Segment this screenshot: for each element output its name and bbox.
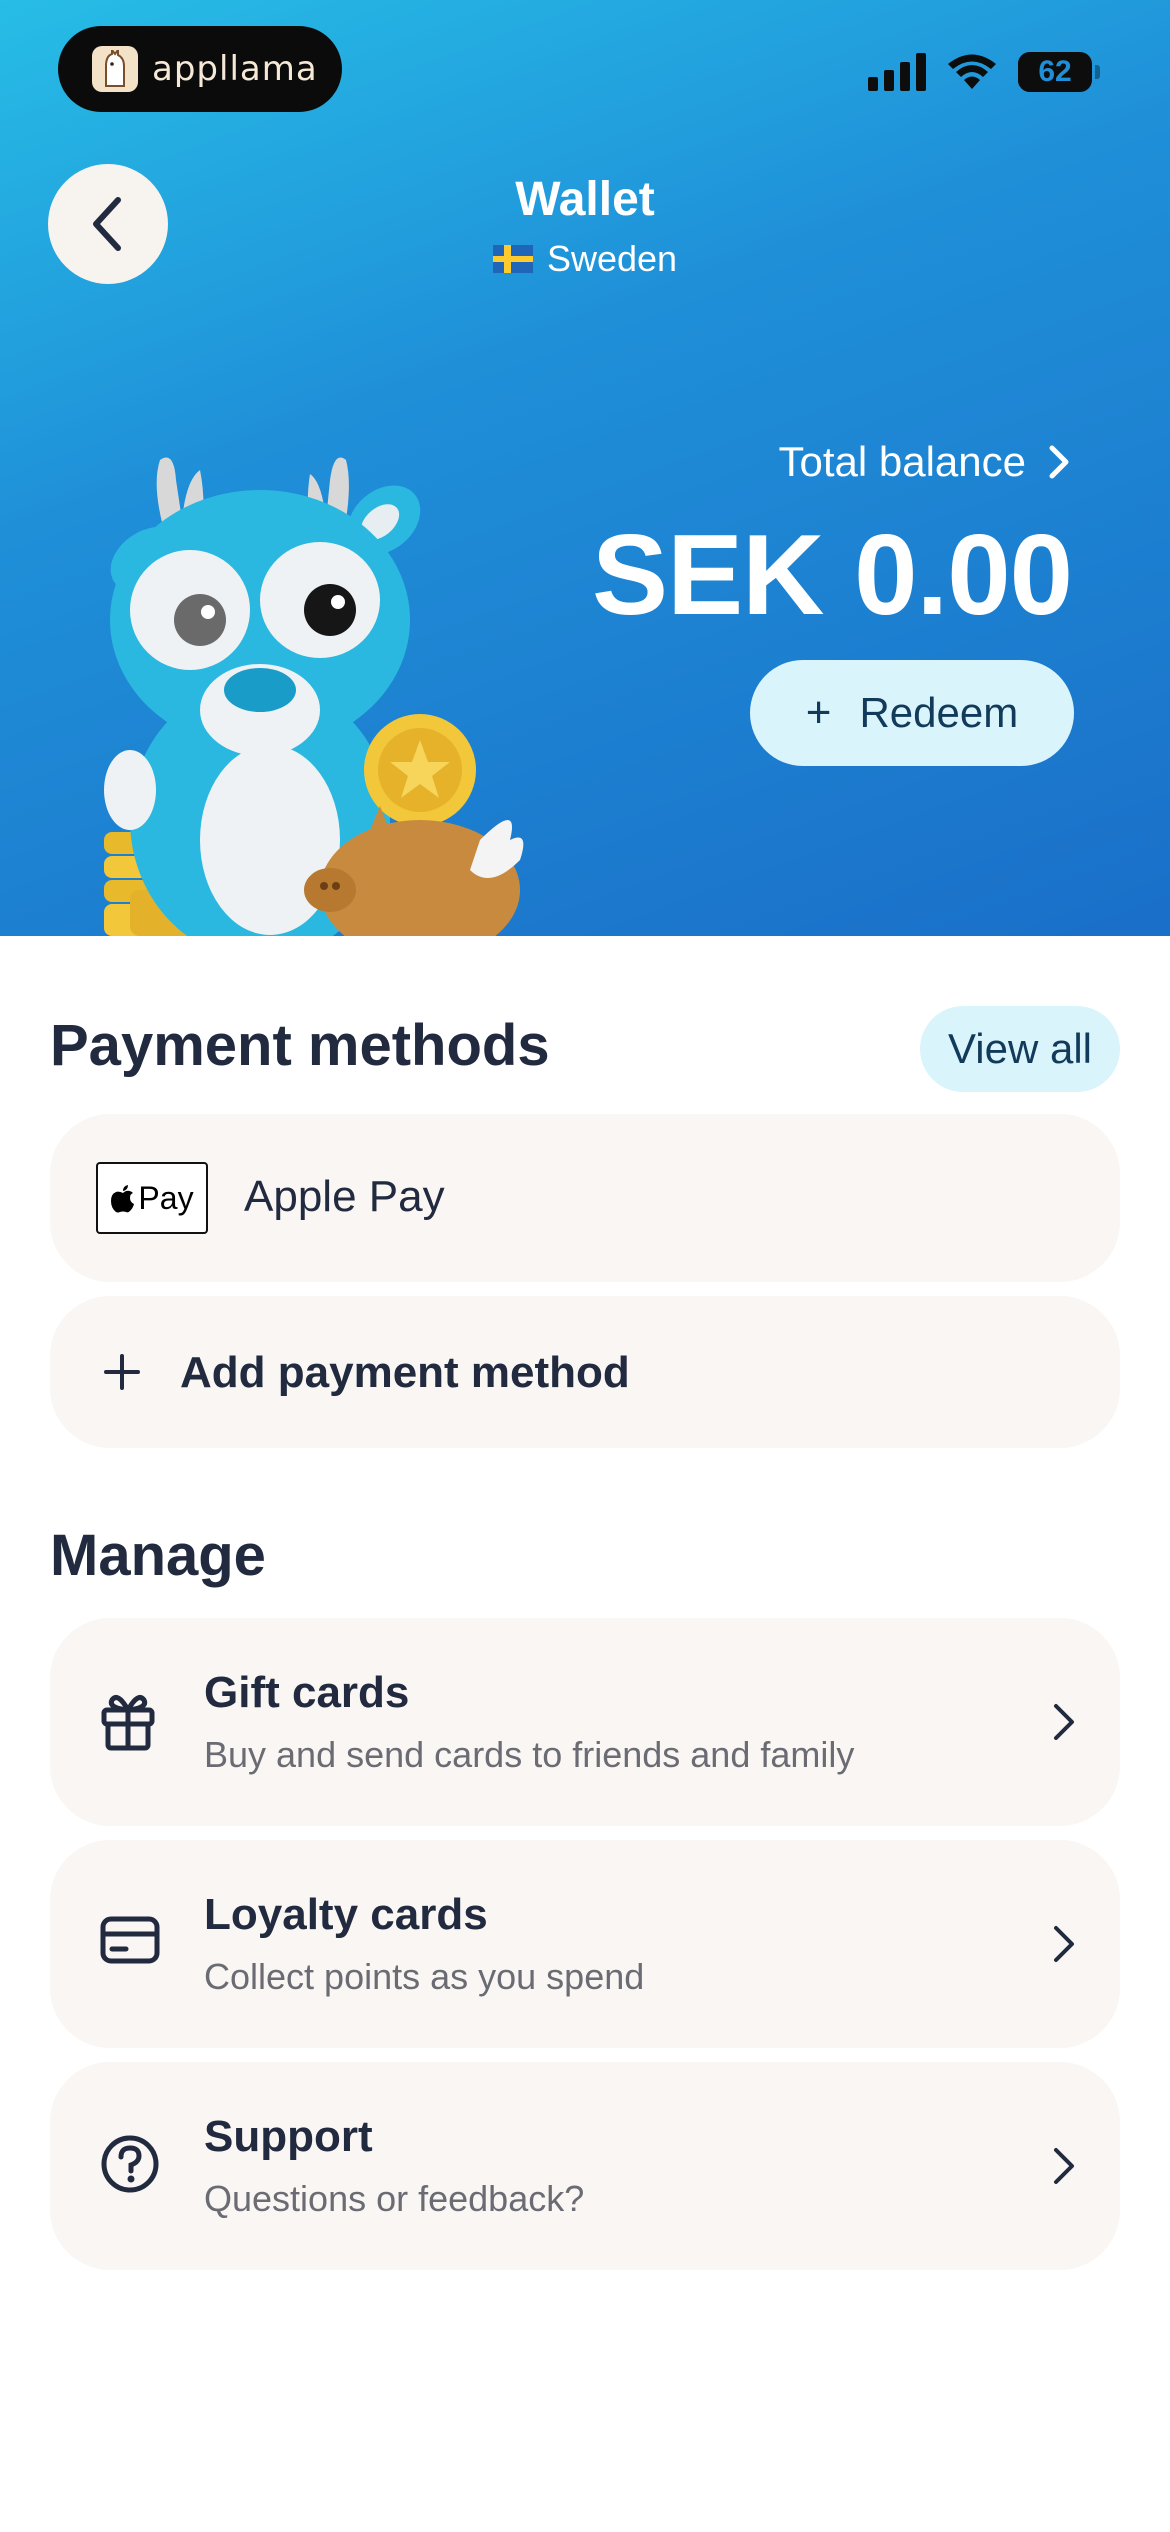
sweden-flag-icon (492, 245, 533, 273)
wallet-hero: appllama 62 Wallet Sweden Total balance … (0, 0, 1170, 936)
redeem-label: Redeem (859, 689, 1019, 736)
country-selector[interactable]: Sweden (0, 238, 1170, 280)
loyalty-cards-title: Loyalty cards (204, 1890, 488, 1939)
add-payment-method-label: Add payment method (180, 1348, 630, 1397)
manage-item-support[interactable]: Support Questions or feedback? (50, 2062, 1120, 2270)
apple-icon (111, 1185, 135, 1213)
battery-percentage: 62 (1038, 55, 1072, 88)
manage-item-loyalty-cards[interactable]: Loyalty cards Collect points as you spen… (50, 1840, 1120, 2048)
apple-pay-logo-text: Pay (138, 1179, 194, 1216)
apple-pay-logo-icon: Pay (96, 1162, 208, 1234)
chevron-right-icon (1049, 445, 1069, 479)
gift-cards-subtitle: Buy and send cards to friends and family (204, 1734, 855, 1775)
payment-method-label: Apple Pay (244, 1172, 445, 1221)
wifi-icon (948, 54, 996, 89)
country-label: Sweden (546, 238, 678, 279)
support-subtitle: Questions or feedback? (204, 2178, 585, 2219)
mascot-illustration (104, 457, 524, 936)
support-title: Support (204, 2112, 373, 2161)
llama-logo-icon (92, 46, 138, 92)
balance-amount: SEK 0.00 (592, 512, 1073, 639)
manage-heading: Manage (50, 1523, 266, 1588)
gift-icon (101, 1695, 155, 1751)
view-all-button[interactable]: View all (920, 1006, 1120, 1092)
gift-cards-title: Gift cards (204, 1668, 410, 1717)
add-payment-method-button[interactable]: Add payment method (50, 1296, 1120, 1448)
battery-icon: 62 (1018, 52, 1100, 92)
credit-card-icon (100, 1916, 160, 1964)
plus-icon: + (805, 688, 832, 737)
redeem-button[interactable]: + Redeem (750, 660, 1074, 766)
loyalty-cards-subtitle: Collect points as you spend (204, 1956, 645, 1997)
question-circle-icon (101, 2135, 159, 2193)
total-balance-link[interactable]: Total balance (778, 438, 1070, 486)
page-title: Wallet (515, 173, 655, 226)
app-badge: appllama (58, 26, 342, 112)
chevron-right-icon (1054, 1704, 1074, 1740)
total-balance-label: Total balance (778, 438, 1026, 485)
plus-icon (104, 1354, 140, 1390)
chevron-right-icon (1054, 2148, 1074, 2184)
manage-item-gift-cards[interactable]: Gift cards Buy and send cards to friends… (50, 1618, 1120, 1826)
chevron-right-icon (1054, 1926, 1074, 1962)
status-bar: 62 (868, 52, 1100, 92)
payment-method-apple-pay[interactable]: Pay Apple Pay (50, 1114, 1120, 1282)
payment-methods-heading: Payment methods (50, 1013, 550, 1078)
app-badge-label: appllama (152, 49, 318, 89)
cellular-signal-icon (868, 53, 926, 91)
